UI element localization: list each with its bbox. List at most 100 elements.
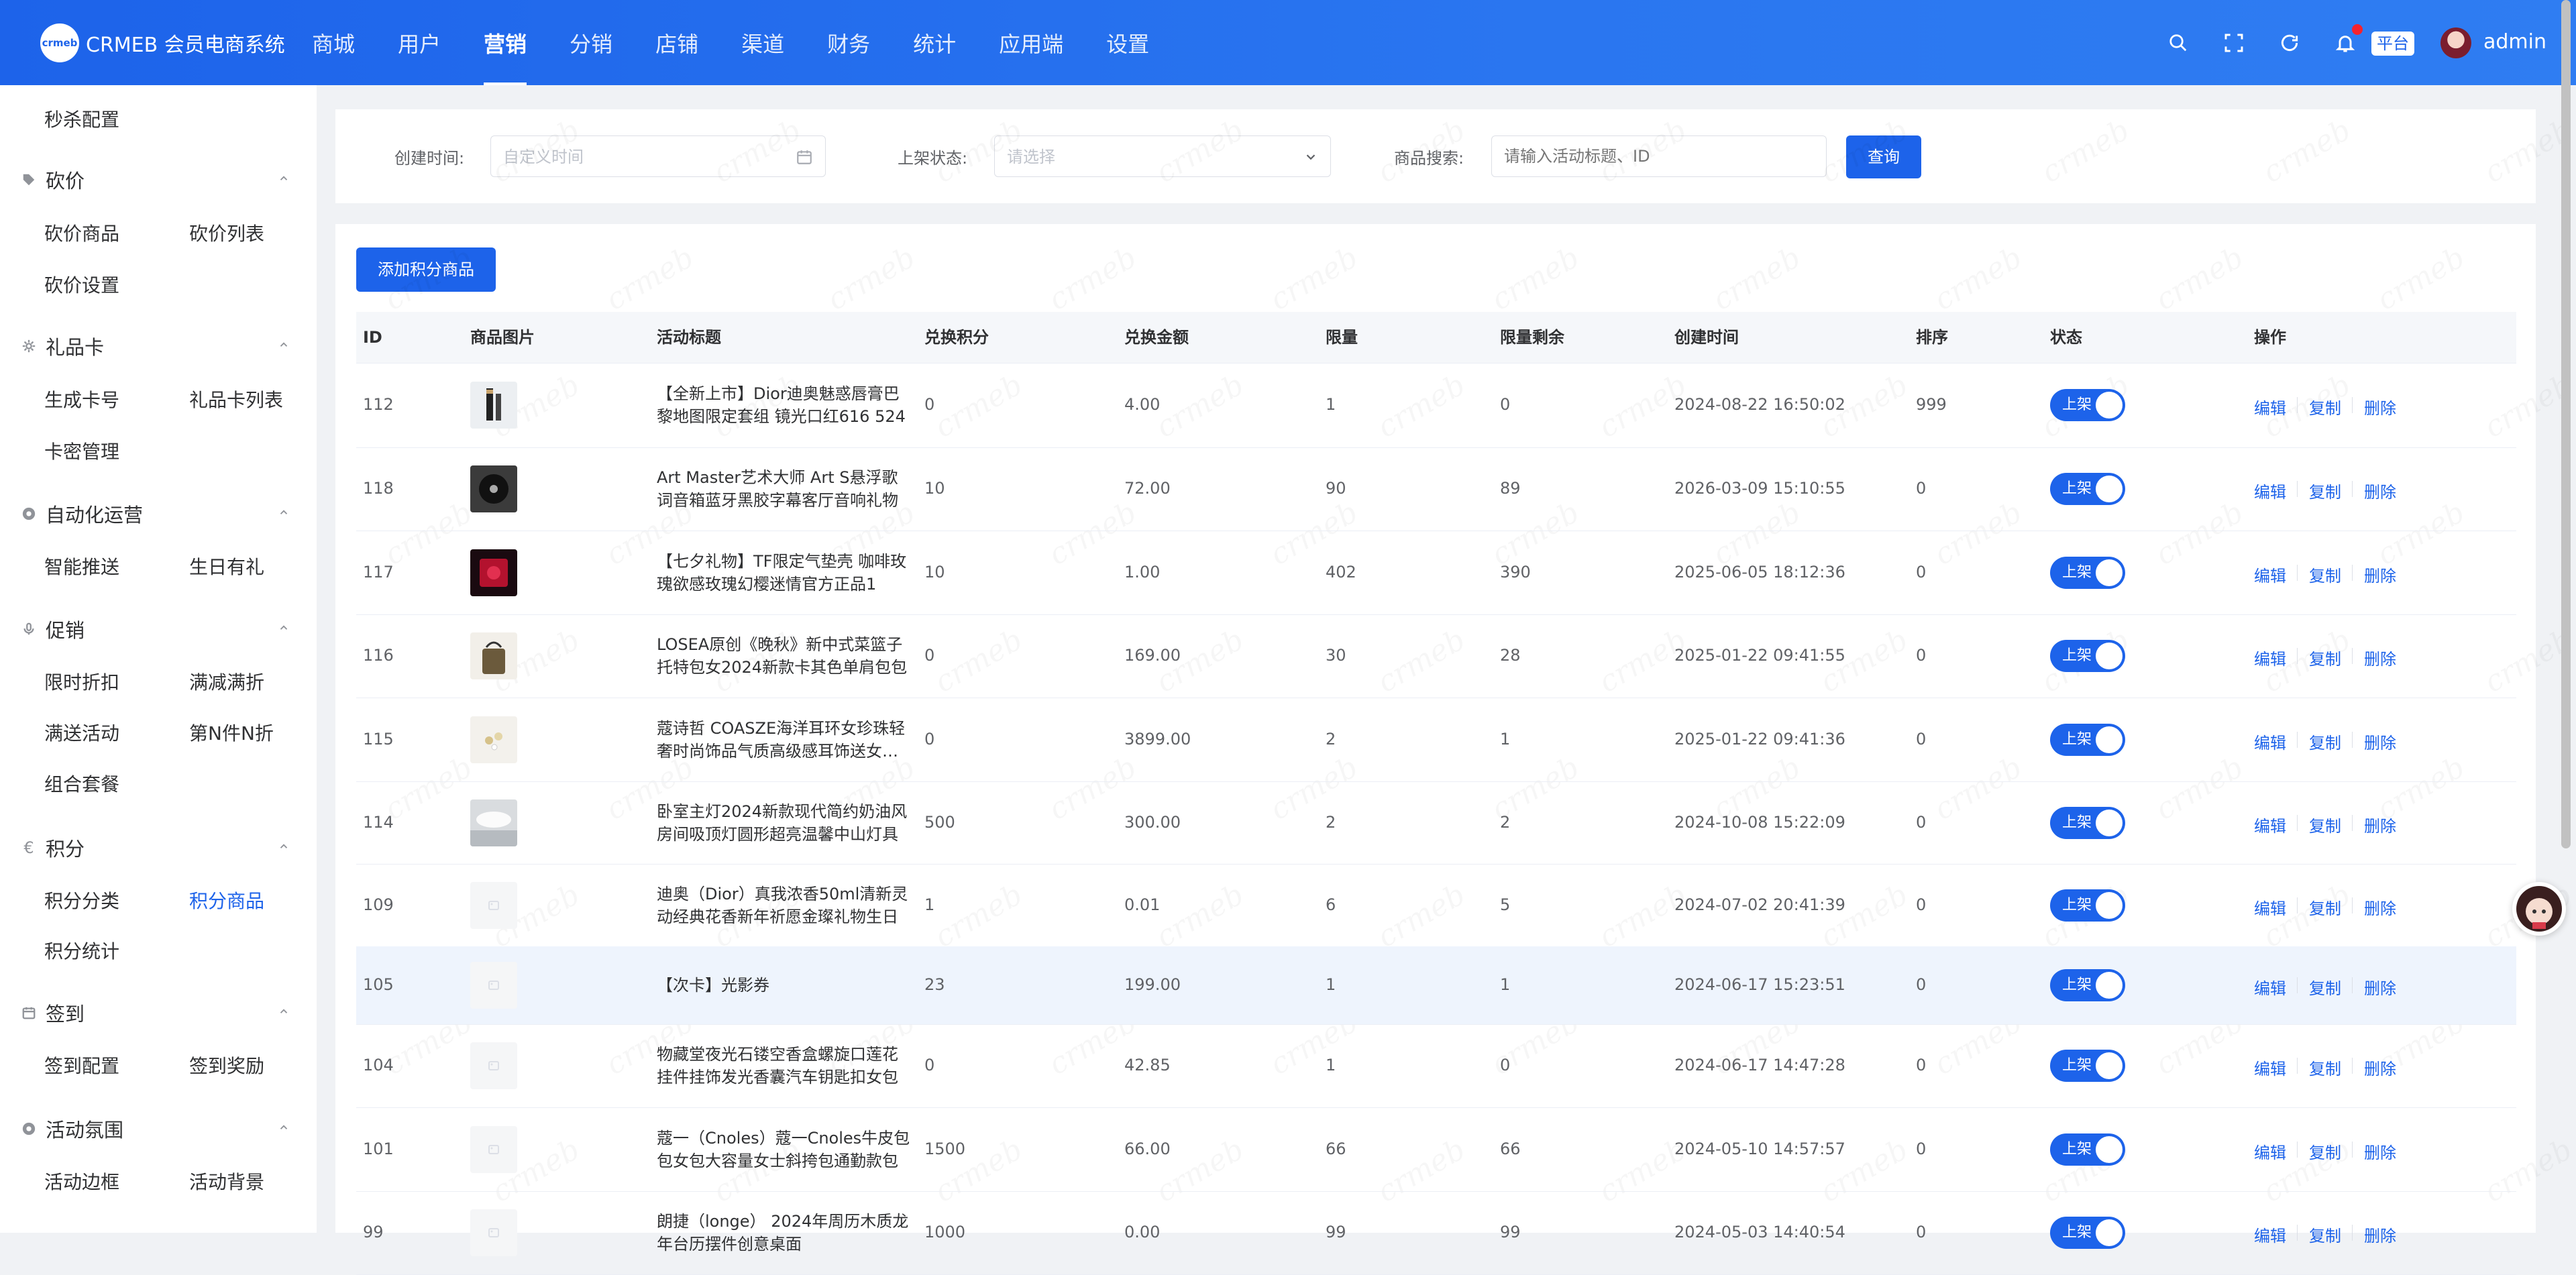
delete-button[interactable]: 删除: [2364, 730, 2396, 753]
product-image[interactable]: [470, 962, 517, 1009]
assistant-avatar[interactable]: [2512, 882, 2566, 936]
chevron-up-icon[interactable]: [278, 1121, 290, 1133]
status-toggle[interactable]: 上架: [2050, 724, 2125, 756]
copy-button[interactable]: 复制: [2309, 479, 2341, 502]
product-image[interactable]: [470, 1126, 517, 1173]
logo[interactable]: crmeb CRMEB 会员电商系统: [40, 23, 285, 62]
copy-button[interactable]: 复制: [2309, 813, 2341, 836]
copy-button[interactable]: 复制: [2309, 1056, 2341, 1079]
avatar[interactable]: [2440, 27, 2471, 58]
table-row[interactable]: 114 卧室主灯2024新款现代简约奶油风房间吸顶灯圆形超亮温馨中山灯具 500 30…: [356, 781, 2516, 865]
table-row[interactable]: 99 朗捷（longe） 2024年周历木质龙年台历摆件创意桌面 1000 0.00 9…: [356, 1191, 2516, 1275]
copy-button[interactable]: 复制: [2309, 395, 2341, 419]
chevron-up-icon[interactable]: [278, 172, 290, 184]
sidebar-group-automation[interactable]: 自动化运营: [20, 500, 143, 528]
copy-button[interactable]: 复制: [2309, 895, 2341, 919]
sidebar-group-points[interactable]: € 积分: [20, 834, 85, 862]
sidebar-item-smart-push[interactable]: 智能推送: [44, 553, 119, 579]
status-toggle[interactable]: 上架: [2050, 1133, 2125, 1166]
copy-button[interactable]: 复制: [2309, 563, 2341, 586]
sidebar-item-combo[interactable]: 组合套餐: [44, 770, 119, 797]
table-row[interactable]: 117 【七夕礼物】TF限定气垫壳 咖啡玫瑰欲感玫瑰幻樱迷情官方正品1 10 1.00…: [356, 531, 2516, 615]
platform-tag[interactable]: 平台: [2371, 32, 2414, 56]
sidebar-item-full-gift[interactable]: 满送活动: [44, 719, 119, 746]
page-scrollbar[interactable]: [2561, 0, 2571, 848]
sidebar-item-generate-card[interactable]: 生成卡号: [44, 386, 119, 412]
edit-button[interactable]: 编辑: [2254, 646, 2286, 669]
sidebar-item-full-reduction[interactable]: 满减满折: [189, 668, 264, 695]
chevron-up-icon[interactable]: [278, 840, 290, 852]
table-row[interactable]: 109 迪奥（Dior）真我浓香50ml清新灵动经典花香新年祈愿金璨礼物生日 1 0.…: [356, 864, 2516, 947]
sidebar-item-nth-discount[interactable]: 第N件N折: [189, 719, 274, 746]
status-toggle[interactable]: 上架: [2050, 1050, 2125, 1082]
copy-button[interactable]: 复制: [2309, 646, 2341, 669]
delete-button[interactable]: 删除: [2364, 563, 2396, 586]
sidebar-item-bargain-goods[interactable]: 砍价商品: [44, 219, 119, 246]
chevron-up-icon[interactable]: [278, 622, 290, 634]
query-button[interactable]: 查询: [1846, 135, 1921, 178]
product-image[interactable]: [470, 632, 517, 679]
fullscreen-icon[interactable]: [2220, 30, 2247, 56]
status-toggle[interactable]: 上架: [2050, 389, 2125, 421]
topnav-store[interactable]: 店铺: [655, 0, 698, 85]
status-toggle[interactable]: 上架: [2050, 807, 2125, 839]
copy-button[interactable]: 复制: [2309, 1223, 2341, 1246]
sidebar-group-giftcard[interactable]: 礼品卡: [20, 332, 104, 360]
topnav-distribution[interactable]: 分销: [570, 0, 612, 85]
product-image[interactable]: [470, 465, 517, 512]
edit-button[interactable]: 编辑: [2254, 975, 2286, 999]
edit-button[interactable]: 编辑: [2254, 479, 2286, 502]
sidebar-item-signin-reward[interactable]: 签到奖励: [189, 1052, 264, 1078]
sidebar-group-signin[interactable]: 签到: [20, 999, 85, 1027]
chevron-up-icon[interactable]: [278, 339, 290, 351]
sidebar-item-activity-border[interactable]: 活动边框: [44, 1168, 119, 1195]
sidebar-group-bargain[interactable]: 砍价: [20, 166, 85, 194]
user-name[interactable]: admin: [2483, 30, 2546, 54]
refresh-icon[interactable]: [2276, 30, 2303, 56]
status-select[interactable]: 请选择: [994, 135, 1331, 177]
product-image[interactable]: [470, 1042, 517, 1089]
table-row[interactable]: 116 LOSEA原创《晚秋》新中式菜篮子托特包女2024新款卡其色单肩包包 0 16…: [356, 614, 2516, 698]
status-toggle[interactable]: 上架: [2050, 640, 2125, 672]
edit-button[interactable]: 编辑: [2254, 895, 2286, 919]
sidebar-item-activity-background[interactable]: 活动背景: [189, 1168, 264, 1195]
table-row[interactable]: 112 【全新上市】Dior迪奥魅惑唇膏巴黎地图限定套组 镜光口红616 524 0…: [356, 363, 2516, 448]
table-row[interactable]: 104 物藏堂夜光石镂空香盒螺旋口莲花挂件挂饰发光香囊汽车钥匙扣女包 0 42.85 1…: [356, 1024, 2516, 1108]
edit-button[interactable]: 编辑: [2254, 813, 2286, 836]
topnav-channel[interactable]: 渠道: [741, 0, 784, 85]
search-input[interactable]: [1491, 135, 1827, 177]
sidebar-item-seckill-config[interactable]: 秒杀配置: [44, 105, 119, 132]
product-image[interactable]: [470, 382, 517, 429]
delete-button[interactable]: 删除: [2364, 1140, 2396, 1163]
chevron-up-icon[interactable]: [278, 1005, 290, 1017]
product-image[interactable]: [470, 799, 517, 846]
sidebar-item-points-goods[interactable]: 积分商品: [189, 887, 264, 913]
add-points-goods-button[interactable]: 添加积分商品: [356, 247, 496, 292]
topnav-mall[interactable]: 商城: [312, 0, 355, 85]
sidebar-item-birthday-gift[interactable]: 生日有礼: [189, 553, 264, 579]
table-row[interactable]: 118 Art Master艺术大师 Art S悬浮歌词音箱蓝牙黑胶字幕客厅音响礼…: [356, 447, 2516, 531]
topnav-finance[interactable]: 财务: [827, 0, 870, 85]
topnav-marketing[interactable]: 营销: [484, 0, 527, 85]
status-toggle[interactable]: 上架: [2050, 969, 2125, 1001]
sidebar-group-promo[interactable]: 促销: [20, 615, 85, 643]
table-row[interactable]: 101 蔻一（Cnoles）蔻一Cnoles牛皮包包女包大容量女士斜挎包通勤款包 1…: [356, 1107, 2516, 1192]
sidebar-item-giftcard-list[interactable]: 礼品卡列表: [189, 386, 283, 412]
delete-button[interactable]: 删除: [2364, 646, 2396, 669]
delete-button[interactable]: 删除: [2364, 479, 2396, 502]
copy-button[interactable]: 复制: [2309, 730, 2341, 753]
edit-button[interactable]: 编辑: [2254, 1056, 2286, 1079]
product-image[interactable]: [470, 1209, 517, 1256]
delete-button[interactable]: 删除: [2364, 813, 2396, 836]
bell-icon[interactable]: [2332, 24, 2363, 56]
topnav-stats[interactable]: 统计: [913, 0, 956, 85]
status-toggle[interactable]: 上架: [2050, 1217, 2125, 1249]
copy-button[interactable]: 复制: [2309, 975, 2341, 999]
chevron-up-icon[interactable]: [278, 506, 290, 518]
delete-button[interactable]: 删除: [2364, 1056, 2396, 1079]
sidebar-item-bargain-settings[interactable]: 砍价设置: [44, 271, 119, 298]
edit-button[interactable]: 编辑: [2254, 1140, 2286, 1163]
table-row[interactable]: 115 蔻诗哲 COASZE海洋耳环女珍珠轻奢时尚饰品气质高级感耳饰送女朋友 0 38…: [356, 698, 2516, 782]
table-row[interactable]: 105 【次卡】光影券 23 199.00 1 1 2024-06-17 15:23:51 0…: [356, 946, 2516, 1025]
product-image[interactable]: [470, 549, 517, 596]
